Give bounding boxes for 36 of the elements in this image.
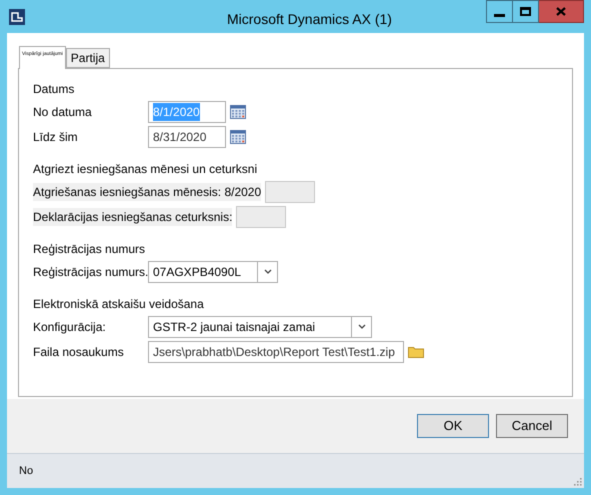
- folder-icon[interactable]: [408, 346, 424, 358]
- caret-icon: [358, 324, 366, 329]
- date-value: 8/31/2020: [153, 128, 206, 146]
- field-label: No datuma: [33, 104, 93, 120]
- field-label: Līdz šim: [33, 128, 79, 146]
- caret-icon: [264, 269, 272, 274]
- date-value: 8/1/2020: [153, 102, 200, 120]
- field-label: Konfigurācija:: [33, 318, 107, 336]
- calendar-icon[interactable]: [230, 130, 246, 144]
- file-path-field[interactable]: Jsers\prabhatb\Desktop\Report Test\Test1.zip: [148, 340, 404, 362]
- close-icon: [556, 7, 566, 16]
- dialog-button[interactable]: OK: [417, 414, 489, 438]
- section-title: Datums: [33, 81, 76, 98]
- window-title: Microsoft Dynamics AX (1): [227, 10, 392, 29]
- resize-grip-icon[interactable]: [572, 476, 582, 486]
- combo-box[interactable]: GSTR-2 jaunai taisnajai zamai: [148, 316, 372, 338]
- calendar-icon[interactable]: [230, 104, 246, 118]
- field-label: Deklarācijas iesniegšanas ceturksnis:: [33, 208, 232, 226]
- close-button[interactable]: [539, 0, 584, 23]
- tab[interactable]: Partija: [66, 48, 110, 68]
- section-title: Elektroniskā atskaišu veidošana: [33, 296, 205, 313]
- field-label: Faila nosaukums: [33, 344, 125, 360]
- dialog-button[interactable]: Cancel: [496, 414, 568, 438]
- minimize-icon: [494, 14, 505, 17]
- date-field[interactable]: 8/31/2020: [148, 126, 226, 148]
- field-label: Reģistrācijas numurs.: [33, 264, 148, 280]
- section-title: Atgriezt iesniegšanas mēnesi un ceturksni: [33, 161, 258, 178]
- maximize-icon: [520, 7, 531, 16]
- readonly-field: [265, 180, 316, 202]
- app-icon: [9, 8, 25, 24]
- status-text: No: [19, 464, 34, 479]
- readonly-field: [236, 206, 286, 228]
- section-title: Reģistrācijas numurs: [33, 241, 146, 258]
- combo-box[interactable]: 07AGXPB4090L: [148, 260, 278, 282]
- minimize-button[interactable]: [486, 0, 513, 23]
- field-label: Atgriešanas iesniegšanas mēnesis: 8/2020: [33, 182, 262, 200]
